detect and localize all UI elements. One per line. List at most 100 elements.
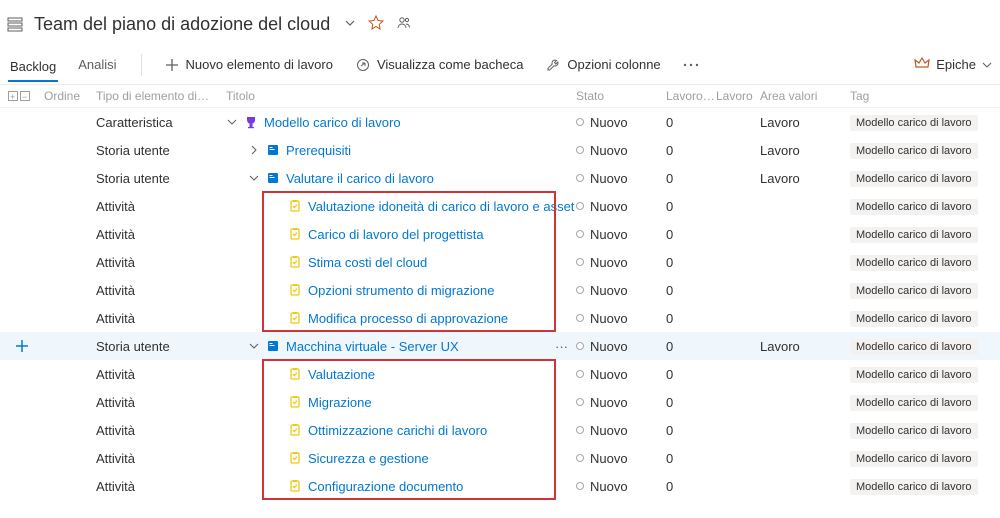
- tag-pill: Modello carico di lavoro: [850, 143, 978, 159]
- more-toolbar-button[interactable]: [683, 57, 699, 73]
- tags-cell: Modello carico di lavoro: [850, 198, 1000, 215]
- state-cell: Nuovo: [576, 423, 666, 438]
- col-effort[interactable]: Lavoro…: [666, 89, 716, 103]
- work-item-type: Attività: [96, 199, 226, 214]
- backlog-icon: [6, 16, 24, 34]
- view-as-board-label: Visualizza come bacheca: [377, 57, 523, 72]
- col-area[interactable]: Area valori: [760, 89, 850, 103]
- tab-backlog[interactable]: Backlog: [8, 55, 58, 82]
- backlog-level-selector[interactable]: Epiche: [914, 55, 992, 74]
- work-item-title-link[interactable]: Prerequisiti: [286, 143, 351, 158]
- table-row[interactable]: CaratteristicaModello carico di lavoroNu…: [0, 108, 1000, 136]
- work-item-type: Attività: [96, 255, 226, 270]
- table-row[interactable]: Storia utenteMacchina virtuale - Server …: [0, 332, 1000, 360]
- table-row[interactable]: Attività·Modifica processo di approvazio…: [0, 304, 1000, 332]
- view-as-board-button[interactable]: Visualizza come bacheca: [355, 57, 523, 73]
- tag-pill: Modello carico di lavoro: [850, 423, 978, 439]
- collapse-arrow-icon[interactable]: [248, 173, 260, 183]
- book-icon: [266, 339, 280, 353]
- work-item-title-link[interactable]: Modifica processo di approvazione: [308, 311, 508, 326]
- state-cell: Nuovo: [576, 227, 666, 242]
- tags-cell: Modello carico di lavoro: [850, 142, 1000, 159]
- wrench-icon: [545, 57, 561, 73]
- work-item-title-link[interactable]: Migrazione: [308, 395, 372, 410]
- table-row[interactable]: Attività·Configurazione documentoNuovo0M…: [0, 472, 1000, 500]
- table-row[interactable]: Attività·Ottimizzazione carichi di lavor…: [0, 416, 1000, 444]
- state-cell: Nuovo: [576, 395, 666, 410]
- table-row[interactable]: Storia utentePrerequisitiNuovo0LavoroMod…: [0, 136, 1000, 164]
- col-state[interactable]: Stato: [576, 89, 666, 103]
- work-item-title-link[interactable]: Configurazione documento: [308, 479, 463, 494]
- col-type[interactable]: Tipo di elemento di…: [96, 89, 226, 103]
- effort-cell: 0: [666, 451, 716, 466]
- work-item-title-link[interactable]: Modello carico di lavoro: [264, 115, 401, 130]
- work-item-title-link[interactable]: Carico di lavoro del progettista: [308, 227, 484, 242]
- table-row[interactable]: Attività·Stima costi del cloudNuovo0Mode…: [0, 248, 1000, 276]
- table-row[interactable]: Attività·ValutazioneNuovo0Modello carico…: [0, 360, 1000, 388]
- col-work[interactable]: Lavoro: [716, 89, 760, 103]
- row-more-icon[interactable]: ···: [547, 339, 576, 354]
- work-item-title-link[interactable]: Valutazione: [308, 367, 375, 382]
- state-dot-icon: [576, 398, 584, 406]
- state-dot-icon: [576, 118, 584, 126]
- favorite-star-icon[interactable]: [368, 15, 384, 34]
- new-work-item-button[interactable]: Nuovo elemento di lavoro: [164, 57, 333, 73]
- effort-cell: 0: [666, 395, 716, 410]
- tags-cell: Modello carico di lavoro: [850, 114, 1000, 131]
- clip-icon: [288, 311, 302, 325]
- effort-cell: 0: [666, 115, 716, 130]
- divider: [141, 54, 142, 76]
- effort-cell: 0: [666, 171, 716, 186]
- tags-cell: Modello carico di lavoro: [850, 310, 1000, 327]
- table-row[interactable]: Attività·Opzioni strumento di migrazione…: [0, 276, 1000, 304]
- collapse-arrow-icon[interactable]: [248, 341, 260, 351]
- team-members-icon[interactable]: [396, 15, 412, 34]
- effort-cell: 0: [666, 479, 716, 494]
- table-row[interactable]: Attività·Valutazione idoneità di carico …: [0, 192, 1000, 220]
- expand-arrow-icon[interactable]: [248, 145, 260, 155]
- state-dot-icon: [576, 286, 584, 294]
- table-row[interactable]: Attività·Sicurezza e gestioneNuovo0Model…: [0, 444, 1000, 472]
- effort-cell: 0: [666, 283, 716, 298]
- work-item-title-link[interactable]: Valutazione idoneità di carico di lavoro…: [308, 199, 574, 214]
- tags-cell: Modello carico di lavoro: [850, 226, 1000, 243]
- more-icon: [683, 57, 699, 73]
- work-item-type: Storia utente: [96, 143, 226, 158]
- work-item-title-link[interactable]: Stima costi del cloud: [308, 255, 427, 270]
- collapse-all-icon[interactable]: [20, 91, 30, 101]
- add-child-button[interactable]: [0, 339, 44, 353]
- collapse-arrow-icon[interactable]: [226, 117, 238, 127]
- tag-pill: Modello carico di lavoro: [850, 339, 978, 355]
- column-options-button[interactable]: Opzioni colonne: [545, 57, 660, 73]
- tab-analysis[interactable]: Analisi: [76, 53, 118, 76]
- tags-cell: Modello carico di lavoro: [850, 422, 1000, 439]
- state-dot-icon: [576, 258, 584, 266]
- link-out-icon: [355, 57, 371, 73]
- table-row[interactable]: Attività·Carico di lavoro del progettist…: [0, 220, 1000, 248]
- page-title: Team del piano di adozione del cloud: [34, 14, 330, 35]
- col-tags[interactable]: Tag: [850, 89, 1000, 103]
- column-options-label: Opzioni colonne: [567, 57, 660, 72]
- team-chevron-icon[interactable]: [344, 17, 356, 32]
- epic-crown-icon: [914, 55, 930, 74]
- clip-icon: [288, 451, 302, 465]
- table-row[interactable]: Attività·MigrazioneNuovo0Modello carico …: [0, 388, 1000, 416]
- state-dot-icon: [576, 454, 584, 462]
- work-item-type: Storia utente: [96, 171, 226, 186]
- expand-all-icon[interactable]: [8, 91, 18, 101]
- work-item-title-link[interactable]: Ottimizzazione carichi di lavoro: [308, 423, 487, 438]
- state-cell: Nuovo: [576, 283, 666, 298]
- work-item-title-link[interactable]: Sicurezza e gestione: [308, 451, 429, 466]
- state-dot-icon: [576, 230, 584, 238]
- col-order[interactable]: Ordine: [44, 89, 96, 103]
- state-dot-icon: [576, 482, 584, 490]
- tag-pill: Modello carico di lavoro: [850, 115, 978, 131]
- col-title[interactable]: Titolo: [226, 89, 576, 103]
- state-cell: Nuovo: [576, 451, 666, 466]
- table-row[interactable]: Storia utente Valutare il carico di lavor…: [0, 164, 1000, 192]
- state-dot-icon: [576, 174, 584, 182]
- work-item-title-link[interactable]: Macchina virtuale - Server UX: [286, 339, 459, 354]
- work-item-title-link[interactable]: Opzioni strumento di migrazione: [308, 283, 494, 298]
- state-dot-icon: [576, 202, 584, 210]
- work-item-title-link[interactable]: Valutare il carico di lavoro: [286, 171, 434, 186]
